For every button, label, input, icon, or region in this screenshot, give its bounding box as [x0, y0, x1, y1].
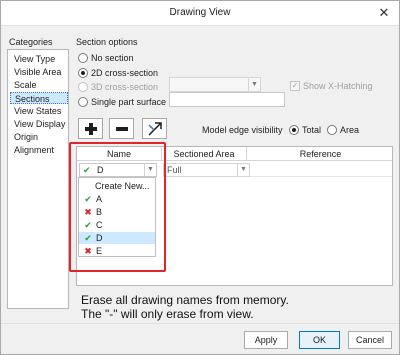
single-part-surface-label: Single part surface	[91, 97, 167, 107]
cross-section-3d-select[interactable]: ▼	[169, 77, 261, 92]
category-view-display[interactable]: View Display	[10, 118, 68, 130]
category-scale[interactable]: Scale	[10, 79, 68, 91]
annotation-line-2: The "-" will only erase from view.	[81, 307, 254, 321]
annotation-text: Erase all drawing names from memory. The…	[81, 293, 289, 321]
single-part-surface-radio[interactable]	[78, 97, 88, 107]
ok-button[interactable]: OK	[299, 331, 340, 349]
footer-divider	[1, 323, 399, 324]
drawing-view-dialog: Drawing View ✕ Categories View Type Visi…	[0, 0, 400, 355]
add-section-button[interactable]	[78, 118, 103, 139]
edge-visibility-total-radio[interactable]	[289, 125, 299, 135]
apply-button[interactable]: Apply	[244, 331, 288, 349]
no-section-radio[interactable]	[78, 53, 88, 63]
reference-cell[interactable]	[250, 163, 392, 177]
no-section-label: No section	[91, 53, 134, 63]
chevron-down-icon: ▼	[237, 164, 249, 176]
sectioned-area-select[interactable]: Full ▼	[163, 163, 250, 177]
cross-section-2d-radio[interactable]	[78, 68, 88, 78]
cross-section-3d-label: 3D cross-section	[91, 82, 159, 92]
minus-icon	[116, 127, 128, 131]
section-options-heading: Section options	[76, 37, 138, 47]
categories-heading: Categories	[9, 37, 53, 47]
flip-direction-button[interactable]	[142, 118, 167, 139]
show-xhatching-checkbox[interactable]: ✓	[290, 81, 300, 91]
categories-list: View Type Visible Area Scale Sections Vi…	[7, 49, 69, 309]
plus-icon	[85, 123, 97, 135]
edge-visibility-total-label: Total	[302, 125, 322, 135]
highlight-annotation-box	[69, 142, 166, 272]
category-visible-area[interactable]: Visible Area	[10, 66, 68, 78]
chevron-down-icon: ▼	[248, 78, 260, 91]
category-sections[interactable]: Sections	[10, 92, 68, 104]
category-view-type[interactable]: View Type	[10, 53, 68, 65]
show-xhatching-label: Show X-Hatching	[303, 81, 373, 91]
single-part-surface-field[interactable]	[169, 92, 285, 107]
cross-section-3d-radio[interactable]	[78, 82, 88, 92]
cancel-button[interactable]: Cancel	[348, 331, 392, 349]
category-origin[interactable]: Origin	[10, 131, 68, 143]
dialog-title: Drawing View	[169, 7, 231, 18]
remove-section-button[interactable]	[109, 118, 134, 139]
column-header-sectioned-area[interactable]: Sectioned Area	[162, 147, 247, 161]
edge-visibility-label: Model edge visibility	[202, 125, 283, 135]
annotation-line-1: Erase all drawing names from memory.	[81, 293, 289, 307]
category-view-states[interactable]: View States	[10, 105, 68, 117]
cross-section-2d-label: 2D cross-section	[91, 68, 159, 78]
edge-visibility-area-radio[interactable]	[327, 125, 337, 135]
close-icon[interactable]: ✕	[375, 4, 393, 22]
column-header-reference[interactable]: Reference	[247, 147, 392, 161]
edge-visibility-area-label: Area	[340, 125, 360, 135]
flip-arrow-icon	[148, 122, 162, 136]
category-alignment[interactable]: Alignment	[10, 144, 68, 156]
title-bar: Drawing View ✕	[1, 1, 399, 26]
sectioned-area-value: Full	[167, 165, 182, 175]
